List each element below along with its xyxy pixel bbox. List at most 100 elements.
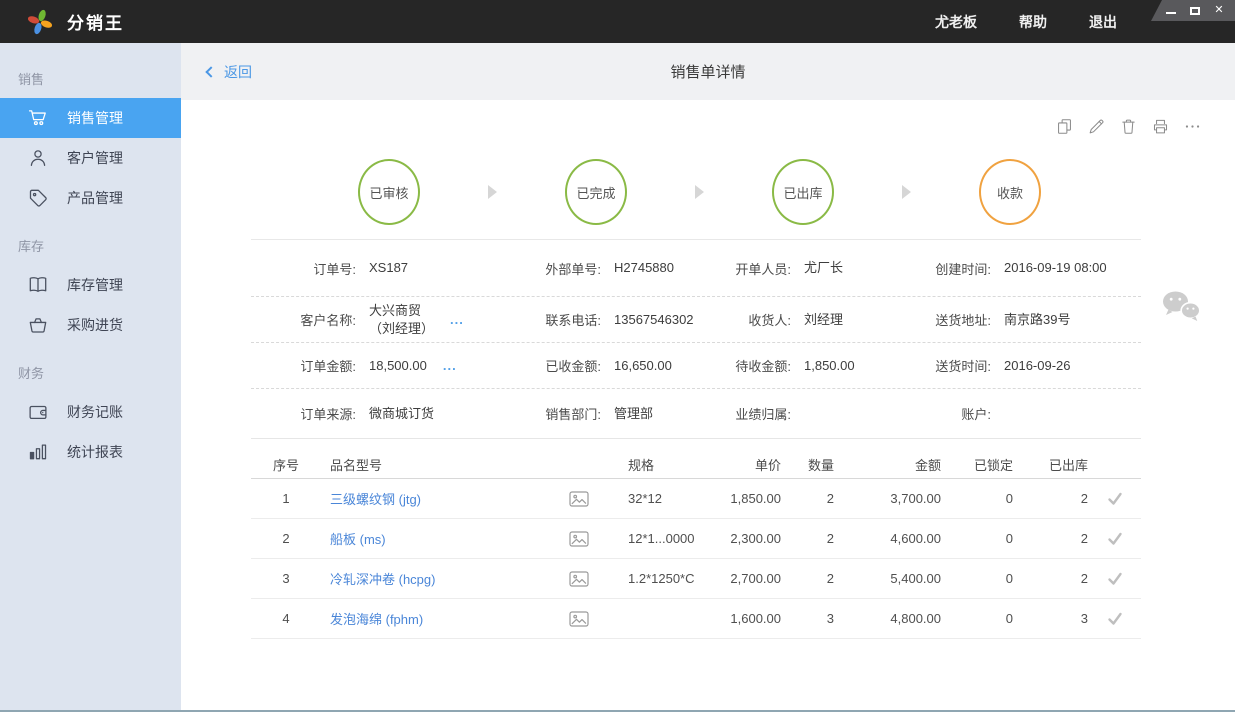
col-header-spec: 规格 xyxy=(628,458,655,473)
col-header-shipped: 已出库 xyxy=(1048,458,1088,473)
order-number: XS187 xyxy=(369,260,409,275)
col-header-seq: 序号 xyxy=(272,458,299,473)
item-seq: 3 xyxy=(282,571,290,586)
item-amount: 3,700.00 xyxy=(890,491,941,506)
image-icon[interactable] xyxy=(561,530,596,547)
table-row: 2 船板 (ms) 12*1...0000 2,300.00 2 4,600.0… xyxy=(251,519,1141,559)
print-button[interactable] xyxy=(1151,117,1170,136)
cart-icon xyxy=(27,107,49,129)
toolbar xyxy=(1055,117,1202,136)
item-amount: 5,400.00 xyxy=(890,571,941,586)
item-shipped: 2 xyxy=(1080,571,1088,586)
sidebar-item-sales-management[interactable]: 销售管理 xyxy=(0,98,181,138)
field-label: 销售部门: xyxy=(545,407,601,422)
order-info-row: 客户名称: 大兴商贸 （刘经理）... 联系电话: 13567546302 收货人:… xyxy=(251,297,1141,343)
item-amount: 4,600.00 xyxy=(890,531,941,546)
sidebar-item-label: 销售管理 xyxy=(67,110,123,126)
contact-phone: 13567546302 xyxy=(614,311,694,327)
order-info: 订单号: XS187 外部单号: H2745880 开单人员: 尤厂长 创建时间: 20… xyxy=(251,240,1141,439)
maximize-button[interactable] xyxy=(1188,5,1202,17)
basket-icon xyxy=(27,314,49,336)
item-shipped: 2 xyxy=(1080,491,1088,506)
status-step-approved: 已审核 xyxy=(358,159,420,225)
field-label: 订单金额: xyxy=(300,359,356,374)
sidebar-item-customer-management[interactable]: 客户管理 xyxy=(0,138,181,178)
sidebar-item-statistics-reports[interactable]: 统计报表 xyxy=(0,432,181,472)
printer-icon xyxy=(1153,119,1168,134)
chevron-left-icon xyxy=(205,65,217,78)
duplicate-button[interactable] xyxy=(1055,117,1074,136)
external-number: H2745880 xyxy=(614,260,674,275)
product-link[interactable]: 三级螺纹钢 (jtg) xyxy=(330,492,421,507)
trash-icon xyxy=(1122,119,1135,134)
field-label: 创建时间: xyxy=(935,261,991,277)
content-header: 返回 销售单详情 xyxy=(181,43,1235,100)
item-qty: 2 xyxy=(826,491,834,506)
sidebar-item-finance-bookkeeping[interactable]: 财务记账 xyxy=(0,392,181,432)
item-spec: 12*1...0000 xyxy=(628,531,695,546)
logout-menu[interactable]: 退出 xyxy=(1089,12,1117,32)
sidebar: 销售 销售管理 客户管理 产品管理 库存 库存管理 采购进货 财务 财务记账 统… xyxy=(0,43,181,710)
image-icon[interactable] xyxy=(561,570,596,587)
field-label: 订单号: xyxy=(313,261,356,277)
sidebar-item-purchasing[interactable]: 采购进货 xyxy=(0,305,181,345)
item-seq: 4 xyxy=(282,611,290,626)
image-icon[interactable] xyxy=(561,610,596,627)
window-controls: ✕ xyxy=(1151,0,1235,21)
sidebar-item-label: 客户管理 xyxy=(67,150,123,166)
sidebar-item-inventory-management[interactable]: 库存管理 xyxy=(0,265,181,305)
check-icon xyxy=(1088,572,1141,586)
delete-button[interactable] xyxy=(1119,117,1138,136)
table-row: 3 冷轧深冲卷 (hcpg) 1.2*1250*C 2,700.00 2 5,4… xyxy=(251,559,1141,599)
items-table: 序号 品名型号 规格 单价 数量 金额 已锁定 已出库 1 三级螺纹钢 (jtg… xyxy=(251,439,1141,639)
user-menu[interactable]: 尤老板 xyxy=(935,12,977,32)
app-window: 分销王 尤老板 帮助 退出 ✕ 销售 销售管理 客户管理 产品管理 库存 库存管… xyxy=(0,0,1235,712)
back-label: 返回 xyxy=(224,63,252,80)
check-icon xyxy=(1088,612,1141,626)
product-link[interactable]: 发泡海绵 (fphm) xyxy=(330,612,423,627)
order-amount: 18,500.00 xyxy=(369,357,427,373)
sidebar-item-label: 产品管理 xyxy=(67,190,123,206)
field-label: 收货人: xyxy=(748,313,791,328)
content-area: 返回 销售单详情 已审核 已完成 已出库 收款 订单号: XS187 外部单号:… xyxy=(181,43,1235,710)
item-qty: 2 xyxy=(826,531,834,546)
consignee: 刘经理 xyxy=(804,311,844,327)
order-status-flow: 已审核 已完成 已出库 收款 xyxy=(358,159,1235,225)
item-locked: 0 xyxy=(1005,571,1013,586)
sidebar-item-label: 统计报表 xyxy=(67,444,123,460)
edit-button[interactable] xyxy=(1087,117,1106,136)
order-info-row: 订单来源: 微商城订货 销售部门: 管理部 业绩归属: 账户: xyxy=(251,389,1141,439)
product-link[interactable]: 船板 (ms) xyxy=(330,532,386,547)
product-link[interactable]: 冷轧深冲卷 (hcpg) xyxy=(330,572,435,587)
field-label: 账户: xyxy=(961,407,991,422)
item-seq: 2 xyxy=(282,531,290,546)
field-label: 外部单号: xyxy=(545,261,601,277)
content-body: 已审核 已完成 已出库 收款 订单号: XS187 外部单号: H2745880 开… xyxy=(181,100,1235,710)
sidebar-section-finance: 财务 xyxy=(18,366,45,381)
close-button[interactable]: ✕ xyxy=(1212,5,1226,17)
customer-more-link[interactable]: ... xyxy=(450,312,464,327)
item-locked: 0 xyxy=(1005,491,1013,506)
bar-chart-icon xyxy=(27,441,49,463)
item-locked: 0 xyxy=(1005,531,1013,546)
wechat-icon[interactable] xyxy=(1161,290,1201,328)
help-menu[interactable]: 帮助 xyxy=(1019,12,1047,32)
field-label: 送货时间: xyxy=(935,359,991,374)
customer-name: 大兴商贸 （刘经理） xyxy=(369,302,435,336)
sidebar-section-inventory: 库存 xyxy=(18,239,45,254)
image-icon[interactable] xyxy=(561,490,596,507)
amount-more-link[interactable]: ... xyxy=(443,358,457,373)
item-shipped: 2 xyxy=(1080,531,1088,546)
order-source: 微商城订货 xyxy=(369,405,435,421)
status-step-completed: 已完成 xyxy=(565,159,627,225)
sidebar-item-product-management[interactable]: 产品管理 xyxy=(0,178,181,218)
field-label: 业绩归属: xyxy=(735,407,791,422)
col-header-name: 品名型号 xyxy=(330,458,383,473)
delivery-address: 南京路39号 xyxy=(1004,311,1071,327)
item-price: 2,700.00 xyxy=(730,571,781,586)
wallet-icon xyxy=(27,401,49,423)
sidebar-item-label: 库存管理 xyxy=(67,277,123,293)
back-button[interactable]: 返回 xyxy=(205,62,252,82)
minimize-button[interactable] xyxy=(1164,5,1178,17)
more-button[interactable] xyxy=(1183,117,1202,136)
